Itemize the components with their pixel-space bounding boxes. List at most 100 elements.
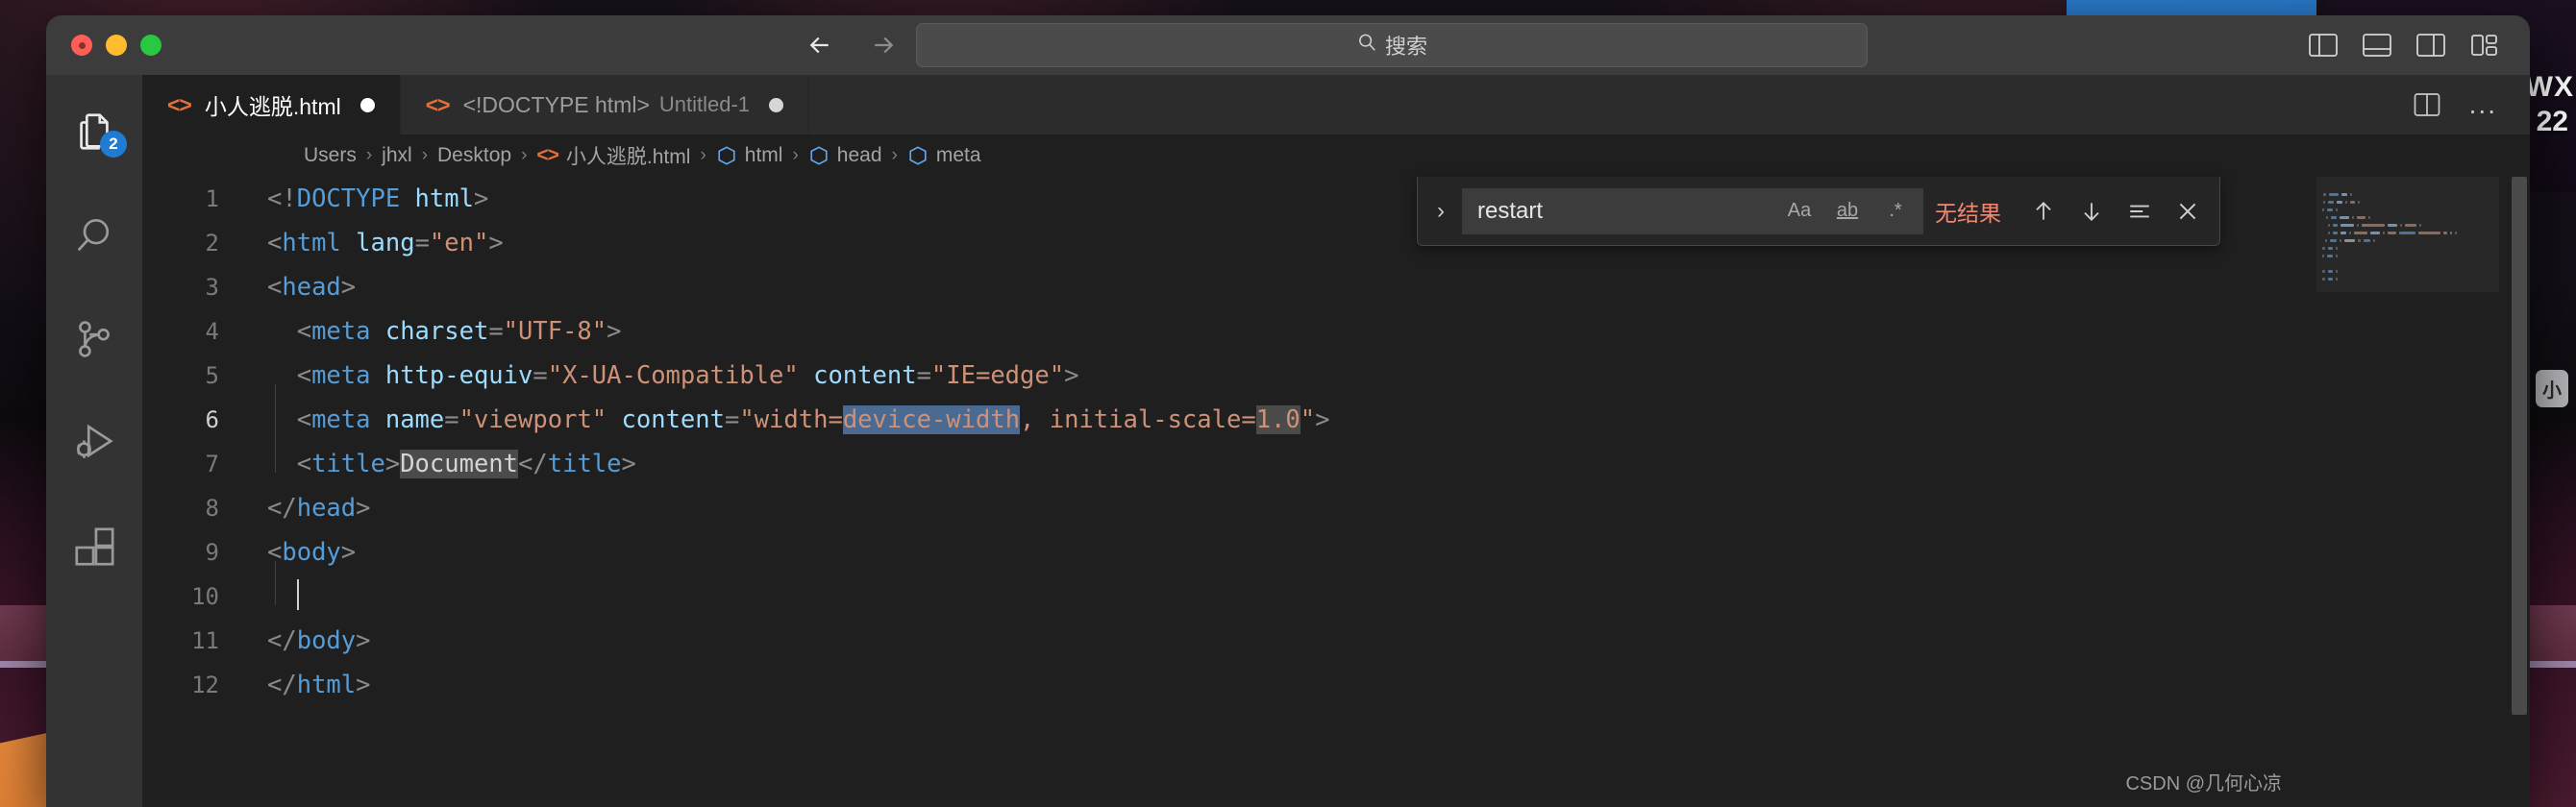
vscode-window: 搜索 2 <> 小人逃脱.html <> <!DOCTYPE html> Unt… [46, 15, 2530, 807]
breadcrumb-item-html[interactable]: html [716, 144, 782, 167]
title-bar: 搜索 [46, 15, 2530, 75]
code-line[interactable]: 11 </body> [142, 619, 2316, 663]
activity-bar-item-run-and-debug[interactable] [46, 407, 142, 478]
find-in-selection-icon[interactable] [2127, 199, 2152, 224]
breadcrumb-separator: › [521, 145, 528, 165]
code-token: "IE=edge" [930, 361, 1065, 390]
go-forward-icon[interactable] [869, 31, 898, 60]
code-token: head [282, 273, 341, 302]
tab-dirty-indicator[interactable] [359, 97, 375, 112]
tab-xiaorentaotuo-html[interactable]: <> 小人逃脱.html [142, 75, 401, 134]
tab-dirty-indicator[interactable] [769, 97, 784, 112]
close-window-button[interactable] [71, 35, 92, 56]
maximize-window-button[interactable] [140, 35, 161, 56]
code-token: > [473, 184, 489, 213]
code-token: > [356, 671, 371, 699]
code-token: = [488, 317, 504, 346]
find-actions [2031, 199, 2206, 224]
next-match-icon[interactable] [2079, 199, 2104, 224]
code-token: head [296, 494, 357, 523]
breadcrumb-separator: › [700, 145, 706, 165]
line-number: 4 [205, 318, 219, 345]
minimap[interactable] [2316, 177, 2509, 807]
close-find-icon[interactable] [2175, 199, 2200, 224]
toggle-replace-icon[interactable]: › [1431, 198, 1450, 225]
code-line[interactable]: 8 </head> [142, 486, 2316, 530]
activity-bar-item-search[interactable] [46, 200, 142, 271]
code-token: "width= [739, 405, 843, 434]
tab-label: 小人逃脱.html [204, 94, 341, 119]
code-line[interactable]: 4 <meta charset="UTF-8"> [142, 309, 2316, 354]
code-token: < [267, 317, 312, 346]
breadcrumb-item-file[interactable]: <> 小人逃脱.html [536, 141, 690, 170]
customize-layout-icon[interactable] [2470, 33, 2499, 58]
code-token: </ [518, 450, 548, 478]
line-number: 1 [205, 185, 219, 212]
code-line[interactable]: 12 </html> [142, 663, 2316, 707]
line-number: 12 [191, 672, 219, 698]
use-regex-toggle[interactable]: .* [1879, 200, 1912, 222]
previous-match-icon[interactable] [2031, 199, 2056, 224]
code-token: < [267, 361, 312, 390]
activity-bar-item-source-control[interactable] [46, 304, 142, 375]
code-token: > [1064, 361, 1079, 390]
symbol-field-icon [716, 145, 737, 166]
code-token: > [488, 229, 504, 257]
code-token: charset [384, 317, 489, 346]
activity-bar-item-explorer[interactable]: 2 [46, 96, 142, 167]
tab-bar: <> 小人逃脱.html <> <!DOCTYPE html> Untitled… [142, 75, 2530, 134]
code-token: > [607, 317, 622, 346]
code-token: http-equiv [384, 361, 533, 390]
code-line[interactable]: 10 [142, 575, 2316, 619]
breadcrumb: Users › jhxl › Desktop › <> 小人逃脱.html › … [142, 134, 2530, 177]
code-token: > [356, 626, 371, 655]
code-line[interactable]: 7 <title>Document</title> [142, 442, 2316, 486]
code-line-text: <body> [248, 538, 356, 567]
editor-scrollbar[interactable] [2509, 177, 2530, 807]
find-input[interactable]: restart Aa ab .* [1462, 187, 1923, 234]
quick-search-input[interactable]: 搜索 [916, 23, 1868, 67]
breadcrumb-item-users[interactable]: Users [304, 144, 357, 167]
code-editor[interactable]: 1 <!DOCTYPE html> 2 <html lang="en"> 3 <head>… [142, 177, 2316, 807]
line-number: 11 [191, 627, 219, 654]
code-line[interactable]: 5 <meta http-equiv="X-UA-Compatible" con… [142, 354, 2316, 398]
go-back-icon[interactable] [805, 31, 834, 60]
split-editor-icon[interactable] [2414, 92, 2440, 117]
code-token: content [813, 361, 917, 390]
breadcrumb-item-desktop[interactable]: Desktop [437, 144, 511, 167]
toggle-panel-icon[interactable] [2363, 33, 2391, 58]
editor-scrollbar-thumb[interactable] [2512, 177, 2527, 715]
window-body: 2 <> 小人逃脱.html <> <!DOCTYPE html> Untitl… [46, 75, 2530, 807]
code-line[interactable]: 9 <body> [142, 530, 2316, 575]
text-cursor [296, 579, 299, 610]
minimize-window-button[interactable] [106, 35, 127, 56]
breadcrumb-item-head[interactable]: head [808, 144, 882, 167]
toggle-secondary-sidebar-icon[interactable] [2416, 33, 2445, 58]
more-actions-icon[interactable]: ... [2469, 91, 2497, 118]
find-result-status: 无结果 [1935, 200, 2001, 226]
tab-untitled-1[interactable]: <> <!DOCTYPE html> Untitled-1 [400, 75, 810, 134]
code-line-text: <meta name="viewport" content="width=dev… [248, 405, 1329, 434]
activity-bar-item-extensions[interactable] [46, 511, 142, 582]
match-whole-word-toggle[interactable]: ab [1831, 200, 1864, 222]
match-case-toggle[interactable]: Aa [1783, 200, 1816, 222]
code-token: body [282, 538, 341, 567]
code-token: lang [356, 229, 415, 257]
minimap-slider[interactable] [2316, 177, 2499, 292]
window-traffic-lights [46, 35, 161, 56]
navigation-arrows [805, 31, 898, 60]
code-line[interactable]: 3 <head> [142, 265, 2316, 309]
breadcrumb-item-meta[interactable]: meta [907, 144, 981, 167]
toggle-primary-sidebar-icon[interactable] [2309, 33, 2338, 58]
code-token: > [384, 450, 401, 478]
code-token: <! [267, 184, 297, 213]
breadcrumb-separator: › [891, 145, 898, 165]
editor-actions: ... [2414, 75, 2530, 134]
breadcrumb-item-jhxl[interactable]: jhxl [382, 144, 412, 167]
code-line[interactable]: 6 <meta name="viewport" content="width=d… [142, 398, 2316, 442]
breadcrumb-label: jhxl [382, 144, 412, 166]
